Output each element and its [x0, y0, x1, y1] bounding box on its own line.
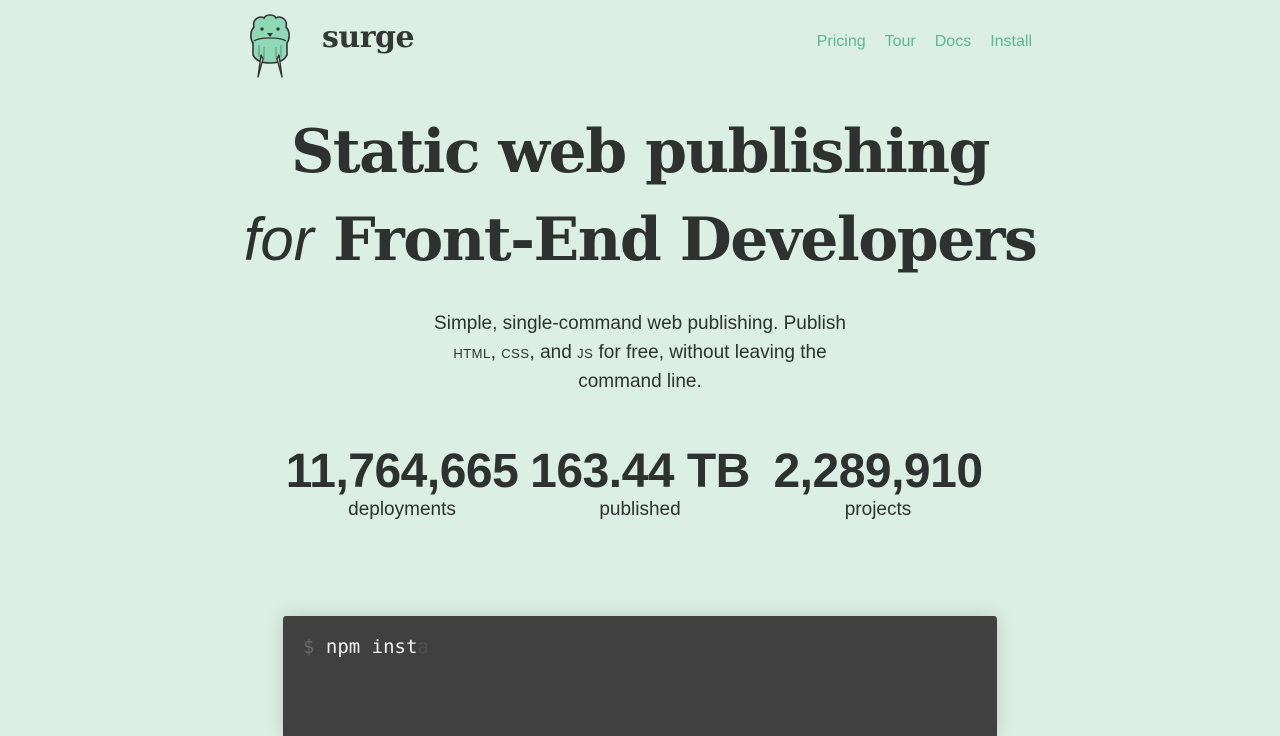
stat-projects: 2,289,910 projects — [759, 443, 997, 522]
hero-title-line2: Front-End Developers — [333, 205, 1038, 275]
stat-value: 2,289,910 — [773, 445, 983, 498]
stats: 11,764,665 deployments 163.44 TB publish… — [283, 443, 997, 522]
lede-sep-1: , — [490, 342, 502, 363]
terminal-line: $ npm insta — [303, 636, 429, 658]
hero-title: Static web publishing for Front-End Deve… — [0, 108, 1280, 284]
hero: Static web publishing for Front-End Deve… — [0, 108, 1280, 284]
main-nav: Pricing Tour Docs Install — [817, 33, 1032, 51]
terminal-prompt: $ — [303, 636, 315, 658]
stat-label: deployments — [348, 499, 456, 520]
hero-lede: Simple, single-command web publishing. P… — [415, 309, 865, 396]
stat-label: published — [599, 499, 681, 520]
lede-css: CSS — [501, 342, 530, 363]
nav-install[interactable]: Install — [990, 33, 1032, 51]
lede-sep-2: , and — [529, 342, 578, 363]
nav-pricing[interactable]: Pricing — [817, 33, 866, 51]
terminal-ghost-text: a — [417, 636, 429, 658]
hero-title-em: for — [243, 206, 314, 273]
site-header: surge Pricing Tour Docs Install — [0, 0, 1280, 90]
lede-html: HTML — [453, 342, 491, 363]
walrus-logo-icon[interactable] — [246, 13, 294, 81]
nav-docs[interactable]: Docs — [935, 33, 971, 51]
hero-title-line1: Static web publishing — [291, 117, 990, 187]
stat-value: 163.44 TB — [530, 445, 750, 498]
terminal-demo: $ npm insta — [283, 616, 997, 736]
brand-name[interactable]: surge — [322, 20, 415, 55]
lede-js: JS — [577, 342, 594, 363]
lede-text-2: for free, without leaving the command li… — [578, 342, 827, 392]
stat-value: 11,764,665 — [285, 445, 519, 498]
nav-tour[interactable]: Tour — [885, 33, 916, 51]
stat-deployments: 11,764,665 deployments — [283, 443, 521, 522]
lede-text-1: Simple, single-command web publishing. P… — [434, 313, 846, 334]
terminal-typed-text: npm inst — [325, 636, 418, 658]
stat-label: projects — [844, 499, 912, 520]
stat-published: 163.44 TB published — [521, 443, 759, 522]
